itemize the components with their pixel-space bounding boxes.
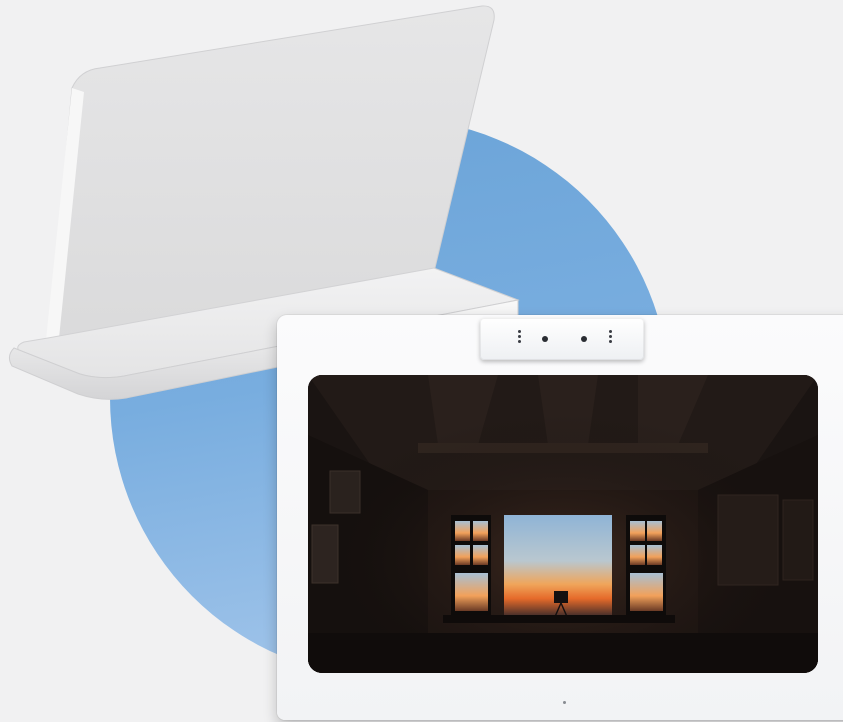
smart-display <box>277 315 843 720</box>
photo-room-sunset <box>308 375 818 673</box>
product-scene <box>0 0 843 722</box>
sensor-icon <box>581 336 587 342</box>
microphone-icon <box>518 330 521 344</box>
camera-bar <box>480 318 644 360</box>
status-light-icon <box>563 701 566 704</box>
display-screen <box>308 375 818 673</box>
camera-icon <box>542 336 548 342</box>
microphone-icon <box>609 330 612 344</box>
